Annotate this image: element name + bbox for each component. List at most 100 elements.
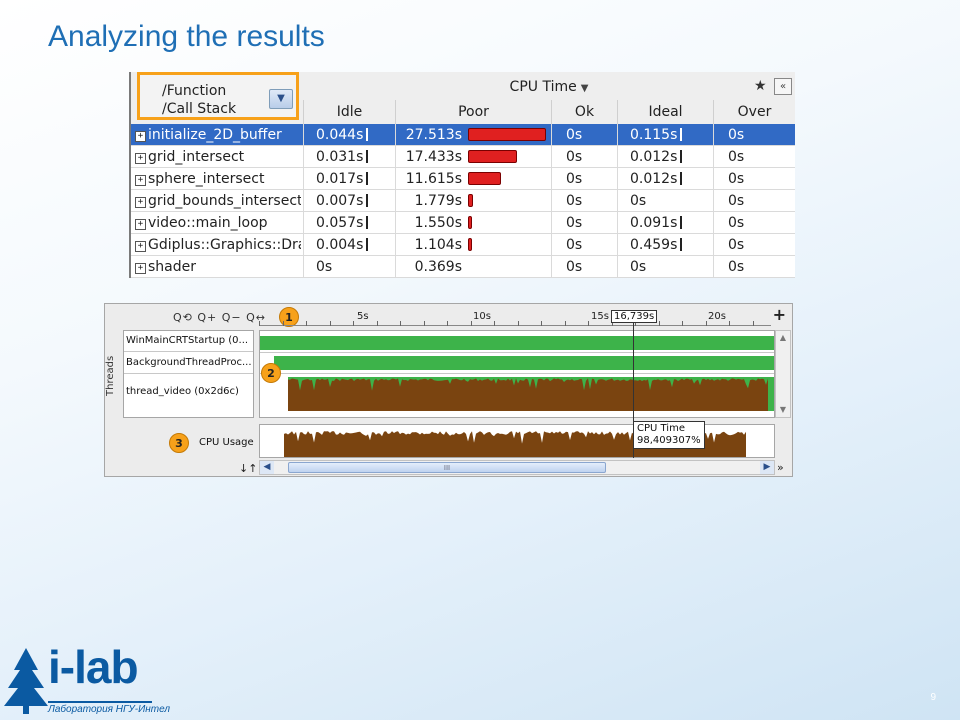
expand-plus-icon[interactable]: + bbox=[135, 175, 146, 186]
expand-plus-icon[interactable]: + bbox=[135, 219, 146, 230]
idle-tick bbox=[366, 150, 369, 163]
table-row[interactable]: + sphere_intersect 0.017s 11.615s 0s 0.012s 0s bbox=[131, 168, 795, 190]
ruler-tick bbox=[330, 321, 331, 326]
table-row[interactable]: + grid_intersect 0.031s 17.433s 0s 0.012s 0s bbox=[131, 146, 795, 168]
hotspots-grid: /Function /Call Stack ▼ CPU Time ▼ ★ « Id… bbox=[129, 72, 795, 278]
star-icon[interactable]: ★ bbox=[754, 78, 767, 94]
poor-cell: 1.104s bbox=[395, 234, 551, 256]
ok-value: 0s bbox=[566, 237, 583, 253]
track-divider bbox=[260, 373, 774, 374]
ok-value: 0s bbox=[566, 149, 583, 165]
grouping-dropdown-icon[interactable]: ▼ bbox=[269, 89, 293, 109]
track-divider bbox=[260, 352, 774, 353]
poor-cell: 11.615s bbox=[395, 168, 551, 190]
column-header-ideal[interactable]: Ideal bbox=[617, 100, 713, 124]
poor-value: 1.104s bbox=[414, 237, 462, 253]
time-ruler[interactable]: 5s 10s 15s 20s 16,739s bbox=[259, 308, 771, 326]
ruler-tick bbox=[447, 321, 448, 326]
idle-tick bbox=[366, 238, 369, 251]
ruler-tick bbox=[541, 321, 542, 326]
scroll-down-icon[interactable]: ▼ bbox=[776, 403, 790, 417]
ok-value: 0s bbox=[566, 171, 583, 187]
function-name-cell[interactable]: + Gdiplus::Graphics::Dra bbox=[135, 234, 301, 256]
idle-cell: 0.017s bbox=[303, 168, 395, 190]
function-name: sphere_intersect bbox=[148, 171, 265, 187]
function-name-cell[interactable]: + initialize_2D_buffer bbox=[135, 124, 301, 146]
function-name-cell[interactable]: + video::main_loop bbox=[135, 212, 301, 234]
ideal-cell: 0.115s bbox=[617, 124, 713, 146]
function-name-cell[interactable]: + grid_bounds_intersect bbox=[135, 190, 301, 212]
thread-0-running-bar bbox=[260, 336, 774, 350]
over-value: 0s bbox=[728, 127, 745, 143]
thread-tracks[interactable] bbox=[259, 330, 775, 418]
expand-plus-icon[interactable]: + bbox=[135, 241, 146, 252]
idle-value: 0.004s bbox=[316, 237, 364, 253]
function-name-cell[interactable]: + sphere_intersect bbox=[135, 168, 301, 190]
scroll-up-icon[interactable]: ▲ bbox=[776, 331, 790, 345]
vertical-scrollbar[interactable]: ▲ ▼ bbox=[775, 330, 791, 418]
sort-icon[interactable]: ↓↑ bbox=[239, 462, 257, 475]
scroll-right-icon[interactable]: ▶ bbox=[760, 461, 774, 474]
poor-cell: 1.779s bbox=[395, 190, 551, 212]
ok-cell: 0s bbox=[551, 168, 617, 190]
poor-time-bar bbox=[468, 194, 473, 207]
expand-plus-icon[interactable]: + bbox=[135, 197, 146, 208]
ruler-tick bbox=[424, 321, 425, 326]
ideal-tick bbox=[680, 238, 683, 251]
poor-value: 17.433s bbox=[405, 149, 462, 165]
tooltip-title: CPU Time bbox=[637, 423, 685, 434]
tooltip-value: 98,409307% bbox=[637, 435, 701, 446]
expand-plus-icon[interactable]: + bbox=[773, 305, 786, 324]
collapse-icon[interactable]: « bbox=[774, 78, 792, 95]
table-row[interactable]: + initialize_2D_buffer 0.044s 27.513s 0s 0.11… bbox=[131, 124, 795, 146]
expand-plus-icon[interactable]: + bbox=[135, 153, 146, 164]
scroll-left-icon[interactable]: ◀ bbox=[260, 461, 274, 474]
table-row[interactable]: + grid_bounds_intersect 0.007s 1.779s 0s 0s 0s bbox=[131, 190, 795, 212]
table-row[interactable]: + Gdiplus::Graphics::Dra 0.004s 1.104s 0s 0.4… bbox=[131, 234, 795, 256]
thread-name-1[interactable]: BackgroundThreadProc... bbox=[126, 357, 252, 368]
over-value: 0s bbox=[728, 149, 745, 165]
scroll-thumb[interactable]: III bbox=[288, 462, 606, 473]
zoom-tools[interactable]: Q⟲ Q+ Q− Q↔ bbox=[173, 311, 266, 324]
ok-value: 0s bbox=[566, 215, 583, 231]
ideal-value: 0.012s bbox=[630, 171, 678, 187]
column-header-ok[interactable]: Ok bbox=[551, 100, 617, 124]
function-name-cell[interactable]: + grid_intersect bbox=[135, 146, 301, 168]
horizontal-scrollbar[interactable]: ◀ III ▶ bbox=[259, 460, 775, 475]
idle-cell: 0.004s bbox=[303, 234, 395, 256]
column-header-over[interactable]: Over bbox=[713, 100, 795, 124]
table-row[interactable]: + video::main_loop 0.057s 1.550s 0s 0.091s 0s bbox=[131, 212, 795, 234]
more-icon[interactable]: » bbox=[777, 461, 784, 474]
ideal-value: 0.459s bbox=[630, 237, 678, 253]
cpu-time-group-header[interactable]: CPU Time ▼ bbox=[303, 74, 795, 100]
ideal-tick bbox=[680, 128, 683, 141]
idle-tick bbox=[366, 128, 369, 141]
thread-name-2[interactable]: thread_video (0x2d6c) bbox=[126, 386, 252, 397]
poor-value: 0.369s bbox=[414, 259, 462, 275]
table-row[interactable]: + shader 0s 0.369s 0s 0s 0s bbox=[131, 256, 795, 278]
ok-cell: 0s bbox=[551, 146, 617, 168]
over-cell: 0s bbox=[713, 212, 795, 234]
function-name-cell[interactable]: + shader bbox=[135, 256, 301, 278]
ideal-value: 0.115s bbox=[630, 127, 678, 143]
ideal-value: 0.091s bbox=[630, 215, 678, 231]
ruler-tick bbox=[494, 321, 495, 326]
thread-name-0[interactable]: WinMainCRTStartup (0... bbox=[126, 335, 252, 346]
cursor-time-label: 16,739s bbox=[611, 310, 658, 323]
logo-text: i-lab bbox=[48, 641, 139, 693]
slide-title: Analyzing the results bbox=[48, 20, 325, 53]
over-value: 0s bbox=[728, 171, 745, 187]
ruler-tick bbox=[471, 321, 472, 326]
poor-cell: 17.433s bbox=[395, 146, 551, 168]
expand-plus-icon[interactable]: + bbox=[135, 263, 146, 274]
column-header-poor[interactable]: Poor bbox=[395, 100, 551, 124]
expand-plus-icon[interactable]: + bbox=[135, 131, 146, 142]
ruler-tick bbox=[659, 321, 660, 326]
idle-cell: 0.057s bbox=[303, 212, 395, 234]
function-column-header[interactable]: /Function /Call Stack ▼ bbox=[137, 72, 299, 120]
function-name: video::main_loop bbox=[148, 215, 268, 231]
column-header-idle[interactable]: Idle bbox=[303, 100, 395, 124]
ok-cell: 0s bbox=[551, 256, 617, 278]
page-number: 9 bbox=[930, 692, 936, 703]
function-name: initialize_2D_buffer bbox=[148, 127, 282, 143]
